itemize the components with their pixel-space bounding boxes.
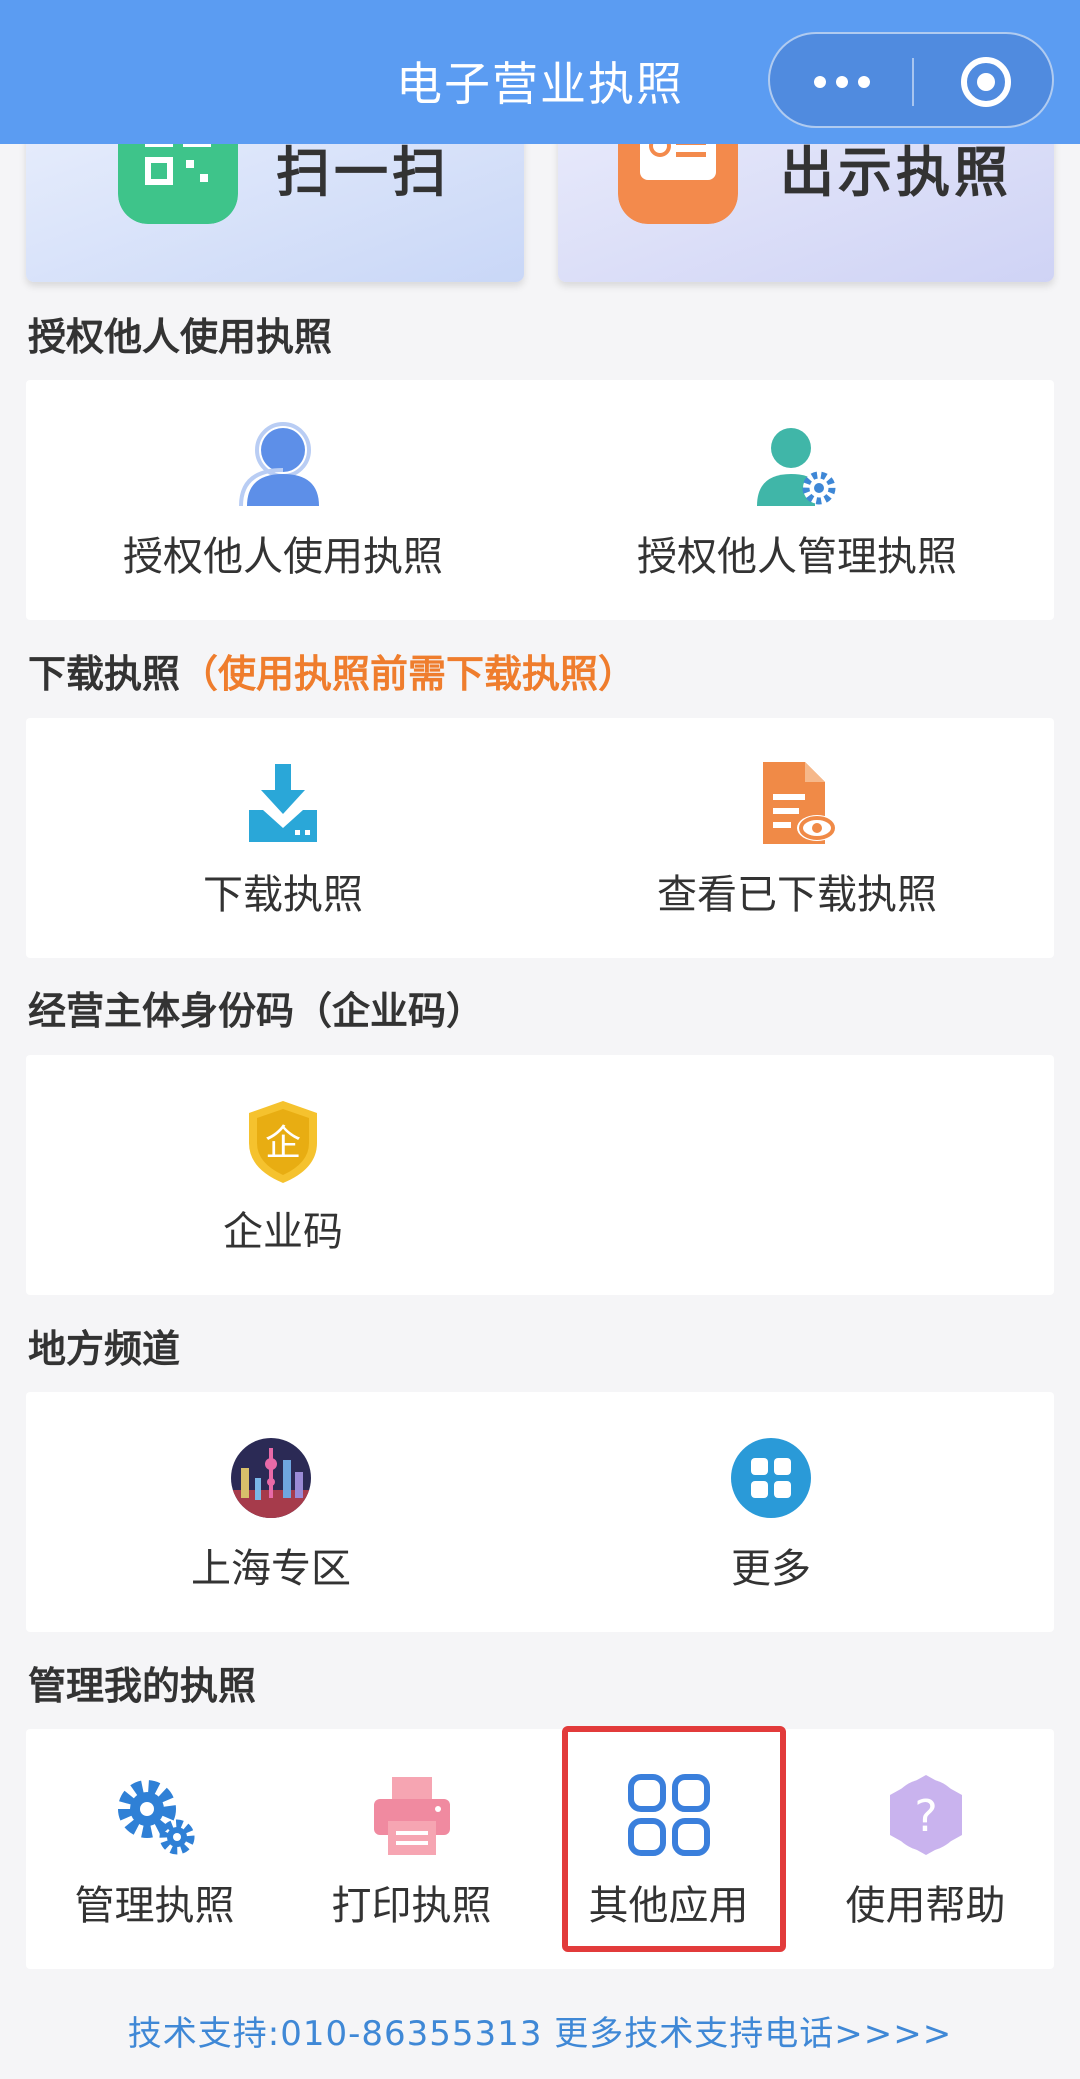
manage-card: 管理执照 打印执照 其他应用 ? 使用帮助: [26, 1729, 1054, 1969]
authorize-use-item[interactable]: 授权他人使用执照: [26, 380, 540, 620]
section-title-download: 下载执照（使用执照前需下载执照）: [28, 643, 636, 698]
close-ring-icon[interactable]: [960, 56, 1012, 108]
print-license-item[interactable]: 打印执照: [283, 1729, 540, 1969]
download-title-text: 下载执照: [28, 652, 181, 696]
usage-help-item[interactable]: ? 使用帮助: [797, 1729, 1054, 1969]
document-view-icon: [763, 762, 837, 844]
shanghai-label: 上海专区: [191, 1546, 351, 1592]
download-license-label: 下载执照: [203, 872, 363, 918]
download-license-item[interactable]: 下载执照: [26, 718, 540, 958]
enterprise-code-item[interactable]: 企 企业码: [26, 1055, 540, 1295]
shanghai-skyline-icon: [231, 1438, 311, 1518]
download-hint-text: （使用执照前需下载执照）: [180, 652, 637, 696]
manage-license-item[interactable]: 管理执照: [26, 1729, 283, 1969]
enterprise-shield-icon: 企: [249, 1101, 317, 1183]
shanghai-item[interactable]: 上海专区: [14, 1392, 528, 1632]
authorize-card: 授权他人使用执照 授权他人管理执照: [26, 380, 1054, 620]
section-title-authorize: 授权他人使用执照: [28, 315, 333, 359]
more-dots-icon[interactable]: [810, 64, 874, 100]
capsule-divider: [912, 58, 914, 106]
section-title-identity: 经营主体身份码（企业码）: [28, 989, 485, 1033]
gears-icon: [117, 1780, 194, 1855]
mini-program-capsule: [768, 32, 1054, 128]
manage-license-label: 管理执照: [74, 1883, 235, 1929]
authorize-manage-item[interactable]: 授权他人管理执照: [540, 380, 1054, 620]
enterprise-code-label: 企业码: [223, 1209, 343, 1255]
enterprise-glyph: 企: [265, 1123, 301, 1164]
highlight-box-other-apps: [562, 1726, 786, 1952]
authorize-manage-label: 授权他人管理执照: [637, 534, 957, 580]
authorize-use-label: 授权他人使用执照: [123, 534, 443, 580]
help-icon: ?: [889, 1775, 962, 1855]
identity-card: 企 企业码: [26, 1055, 1054, 1295]
usage-help-label: 使用帮助: [845, 1883, 1006, 1929]
help-glyph: ?: [914, 1791, 937, 1842]
section-title-local: 地方频道: [28, 1327, 181, 1371]
section-title-manage: 管理我的执照: [28, 1664, 257, 1708]
user-icon: [239, 422, 319, 507]
app-header: 电子营业执照: [0, 0, 1080, 144]
local-card: 上海专区 更多: [26, 1392, 1054, 1632]
tech-support-footer[interactable]: 技术支持:010-86355313 更多技术支持电话>>>>: [0, 2006, 1080, 2055]
download-icon: [249, 764, 317, 842]
more-item[interactable]: 更多: [514, 1392, 1028, 1632]
printer-icon: [373, 1777, 450, 1855]
user-gear-icon: [757, 428, 836, 506]
grid-more-icon: [731, 1438, 811, 1518]
download-card: 下载执照 查看已下载执照: [26, 718, 1054, 958]
more-label: 更多: [731, 1546, 811, 1592]
view-downloaded-item[interactable]: 查看已下载执照: [540, 718, 1054, 958]
print-license-label: 打印执照: [331, 1883, 492, 1929]
view-downloaded-label: 查看已下载执照: [657, 872, 937, 918]
